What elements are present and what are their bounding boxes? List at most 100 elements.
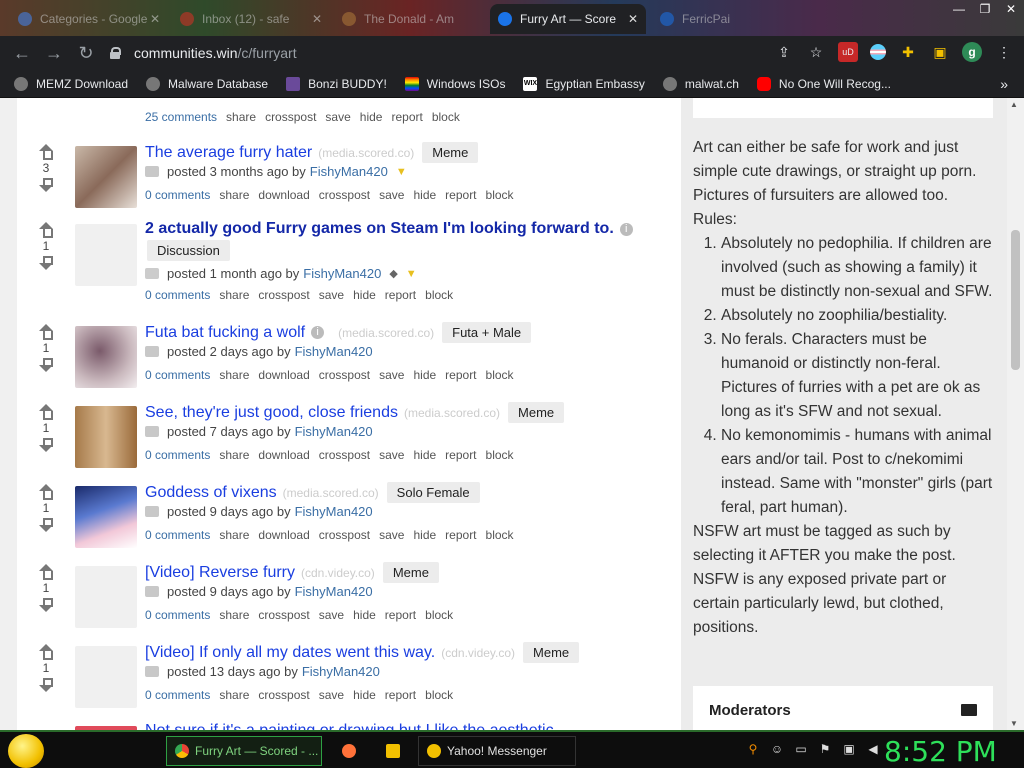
downvote-arrow-icon[interactable] [37, 438, 55, 452]
flag-icon[interactable]: ⚑ [817, 742, 833, 758]
bookmarks-overflow-icon[interactable]: » [1000, 76, 1008, 92]
envelope-icon[interactable] [961, 704, 977, 716]
upvote-arrow-icon[interactable] [37, 564, 55, 580]
comments-link[interactable]: 0 comments [145, 288, 210, 302]
block-link[interactable]: block [425, 288, 453, 302]
report-link[interactable]: report [445, 368, 476, 382]
taskbar-item-chrome[interactable]: Furry Art — Scored - ... [166, 736, 322, 766]
network-icon[interactable]: ▣ [841, 742, 857, 758]
post-flair[interactable]: Meme [523, 642, 580, 663]
post-thumbnail[interactable] [75, 406, 137, 468]
tab-gmail[interactable]: Inbox (12) - safe ✕ [172, 4, 330, 34]
bookmark-youtube[interactable]: No One Will Recog... [756, 76, 891, 91]
taskbar-item-explorer[interactable] [378, 736, 408, 766]
post-flair[interactable]: Meme [422, 142, 479, 163]
ublock-icon[interactable]: uD [838, 42, 858, 62]
save-link[interactable]: save [319, 688, 344, 702]
bookmark-star-icon[interactable]: ☆ [806, 42, 826, 62]
downvote-arrow-icon[interactable] [37, 598, 55, 612]
comments-link[interactable]: 0 comments [145, 188, 210, 202]
post-flair[interactable]: Meme [508, 402, 565, 423]
comments-link[interactable]: 25 comments [145, 110, 217, 124]
share-link[interactable]: share [219, 688, 249, 702]
bookmark-memz[interactable]: MEMZ Download [14, 76, 128, 91]
crosspost-link[interactable]: crosspost [258, 288, 309, 302]
taskbar-clock[interactable]: 8:52 PM [884, 735, 997, 768]
download-link[interactable]: download [258, 368, 309, 382]
hide-link[interactable]: hide [353, 688, 376, 702]
forward-icon[interactable]: → [38, 43, 70, 64]
flag-extension-icon[interactable] [870, 44, 886, 60]
close-icon[interactable]: ✕ [312, 12, 322, 26]
scrollbar-thumb[interactable] [1011, 230, 1020, 370]
start-button[interactable] [8, 734, 44, 768]
bookmark-windows-isos[interactable]: Windows ISOs [404, 76, 505, 91]
post-title[interactable]: [Video] Reverse furry [145, 564, 295, 582]
post-domain[interactable]: (cdn.videy.co) [301, 566, 375, 580]
download-link[interactable]: download [258, 188, 309, 202]
report-link[interactable]: report [385, 688, 416, 702]
block-link[interactable]: block [486, 368, 514, 382]
minimize-icon[interactable]: — [946, 0, 972, 20]
post-title[interactable]: [Video] If only all my dates went this w… [145, 644, 435, 662]
taskbar-item-yahoo[interactable]: Yahoo! Messenger [418, 736, 576, 766]
menu-kebab-icon[interactable]: ⋮ [994, 42, 1014, 62]
post-thumbnail[interactable] [75, 486, 137, 548]
post-title[interactable]: 2 actually good Furry games on Steam I'm… [145, 220, 614, 238]
share-link[interactable]: share [219, 188, 249, 202]
bookmark-bonzi[interactable]: Bonzi BUDDY! [286, 76, 387, 91]
bookmark-malwatch[interactable]: malwat.ch [662, 76, 739, 91]
tab-furry-art[interactable]: Furry Art — Score ✕ [490, 4, 646, 34]
scroll-up-icon[interactable]: ▲ [1010, 100, 1018, 109]
post-author[interactable]: FishyMan420 [302, 664, 380, 679]
post-title[interactable]: Goddess of vixens [145, 484, 277, 502]
save-link[interactable]: save [325, 110, 350, 124]
close-icon[interactable]: ✕ [628, 12, 638, 26]
block-link[interactable]: block [486, 188, 514, 202]
upvote-arrow-icon[interactable] [37, 324, 55, 340]
post-author[interactable]: FishyMan420 [303, 266, 381, 281]
post-thumbnail[interactable] [75, 326, 137, 388]
comments-link[interactable]: 0 comments [145, 688, 210, 702]
post-flair[interactable]: Discussion [147, 240, 230, 261]
report-link[interactable]: report [385, 288, 416, 302]
comments-link[interactable]: 0 comments [145, 448, 210, 462]
share-icon[interactable]: ⇪ [774, 42, 794, 62]
profile-avatar[interactable]: g [962, 42, 982, 62]
block-link[interactable]: block [425, 688, 453, 702]
save-link[interactable]: save [379, 528, 404, 542]
crosspost-link[interactable]: crosspost [258, 608, 309, 622]
side-panel-icon[interactable]: ▣ [930, 42, 950, 62]
crosspost-link[interactable]: crosspost [319, 188, 370, 202]
share-link[interactable]: share [226, 110, 256, 124]
downvote-arrow-icon[interactable] [37, 358, 55, 372]
downvote-arrow-icon[interactable] [37, 256, 55, 270]
report-link[interactable]: report [391, 110, 422, 124]
block-link[interactable]: block [486, 528, 514, 542]
post-thumbnail[interactable] [75, 146, 137, 208]
scroll-down-icon[interactable]: ▼ [1010, 719, 1018, 728]
close-window-icon[interactable]: ✕ [998, 0, 1024, 20]
tab-ferric[interactable]: FerricPai [652, 4, 802, 34]
save-link[interactable]: save [319, 608, 344, 622]
smiley-tray-icon[interactable]: ☺ [769, 742, 785, 758]
downvote-arrow-icon[interactable] [37, 178, 55, 192]
post-flair[interactable]: Futa + Male [442, 322, 532, 343]
post-thumbnail[interactable] [75, 224, 137, 286]
post-author[interactable]: FishyMan420 [295, 504, 373, 519]
comments-link[interactable]: 0 comments [145, 528, 210, 542]
crosspost-link[interactable]: crosspost [319, 528, 370, 542]
upvote-arrow-icon[interactable] [37, 222, 55, 238]
post-author[interactable]: FishyMan420 [295, 584, 373, 599]
block-link[interactable]: block [486, 448, 514, 462]
search-icon[interactable]: ⚲ [745, 742, 761, 758]
comments-link[interactable]: 0 comments [145, 368, 210, 382]
upvote-arrow-icon[interactable] [37, 144, 55, 160]
block-link[interactable]: block [425, 608, 453, 622]
hide-link[interactable]: hide [360, 110, 383, 124]
post-domain[interactable]: (media.scored.co) [318, 146, 414, 160]
hide-link[interactable]: hide [413, 188, 436, 202]
share-link[interactable]: share [219, 608, 249, 622]
reload-icon[interactable]: ↻ [70, 43, 102, 64]
crosspost-link[interactable]: crosspost [265, 110, 316, 124]
